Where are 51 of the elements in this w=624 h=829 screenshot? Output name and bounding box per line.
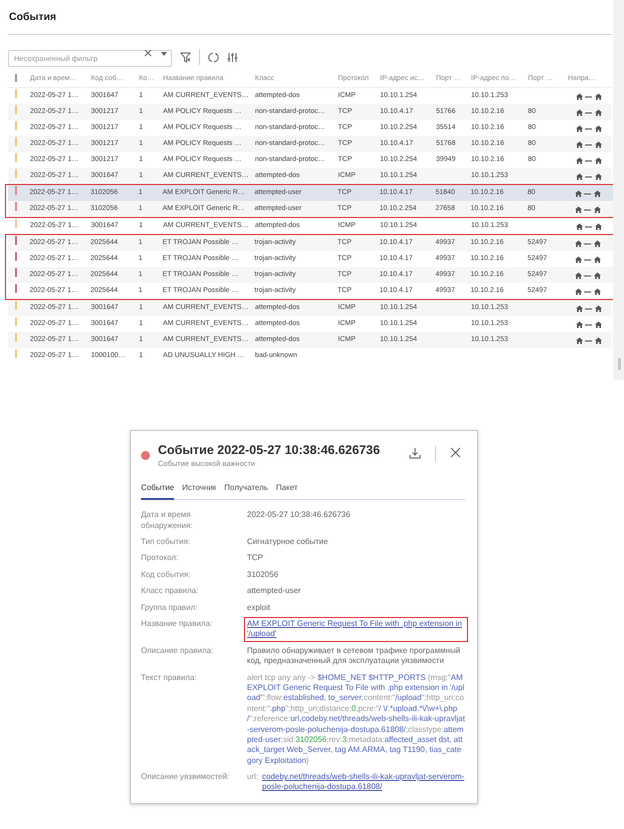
field-value: 3102056 xyxy=(247,570,280,580)
field-value: TCP xyxy=(247,553,264,564)
field-label: Дата и время обнаружения: xyxy=(141,510,194,532)
house-to-house-icon xyxy=(576,124,602,132)
url-prefix: url: xyxy=(247,772,258,784)
field-value: Правило обнаруживает в сетевом трафике программный код, предназначенный для эксплуатации уязвимости xyxy=(247,646,462,667)
house-to-house-icon xyxy=(576,140,602,148)
field-label: Название правила: xyxy=(141,618,214,630)
close-icon[interactable] xyxy=(450,447,461,458)
tab[interactable]: Событие xyxy=(141,480,174,500)
download-icon[interactable] xyxy=(409,447,421,459)
field-value: 2022-05-27 10:38:46.626736 xyxy=(247,510,352,521)
house-to-house-icon xyxy=(576,222,602,230)
field-label: Описание уязвимостей: xyxy=(141,772,230,784)
house-to-house-icon xyxy=(575,288,601,294)
house-to-house-icon xyxy=(576,108,602,116)
field-value: exploit xyxy=(247,602,272,613)
rule-link[interactable]: AM EXPLOIT Generic Request To File with .php extension in '/upload' xyxy=(244,616,468,642)
refresh-icon[interactable] xyxy=(208,52,219,62)
page-title: События xyxy=(8,0,612,35)
tab[interactable]: Получатель xyxy=(224,480,268,500)
house-to-house-icon xyxy=(576,156,602,164)
tab[interactable]: Источник xyxy=(182,480,216,500)
field-value: attempted-user xyxy=(247,586,302,597)
house-to-house-icon xyxy=(575,190,601,196)
field-label: Класс правила: xyxy=(141,586,200,597)
house-to-house-icon xyxy=(575,240,601,246)
house-to-house-icon xyxy=(576,320,602,328)
house-to-house-icon xyxy=(576,336,602,344)
house-to-house-icon xyxy=(575,272,601,278)
field-label: Текст правила: xyxy=(141,672,198,684)
clear-icon[interactable] xyxy=(144,49,152,57)
house-to-house-icon xyxy=(576,172,602,180)
field-label: Протокол: xyxy=(141,553,180,564)
scrollbar[interactable] xyxy=(613,0,624,380)
field-label: Код события: xyxy=(141,570,192,580)
tab[interactable]: Пакет xyxy=(276,480,298,500)
house-to-house-icon xyxy=(575,256,601,262)
field-label: Группа правил: xyxy=(141,602,198,613)
caret-icon[interactable] xyxy=(161,52,167,56)
filter-icon[interactable] xyxy=(180,52,191,62)
rule-text: alert tcp any any -> $HOME_NET $HTTP_PORTS (msg:"AM EXPLOIT Generic Request To File with .php extension in '/upload'";flow:established, to_server;content:"/upload";http_uri;content:".php";http_uri;distance:0;pcre:"/ \/.*upload.*\/\w+\.php /";reference:url,codeby.net/threads/web-shells-ili-kak-upravljat-serverom-posle-poluchenija-dostupa.61808/;classtype:attempted-user;sid:3102056;rev:3;metadata:affected_asset dst, attack_target Web_Server, tag AM.ARMA, tag T1190, tias_category Exploitation) xyxy=(247,672,465,766)
vulnerability-link[interactable]: codeby.net/threads/web-shells-ili-kak-upravljat-serverom-posle-poluchenija-dostupa.61808/ xyxy=(262,772,465,793)
sliders-icon[interactable] xyxy=(227,52,238,62)
field-label: Тип события: xyxy=(141,537,192,548)
house-to-house-icon xyxy=(576,304,602,312)
field-value: Сигнатурное событие xyxy=(247,537,329,548)
house-to-house-icon xyxy=(575,206,601,212)
house-to-house-icon xyxy=(576,92,602,100)
field-label: Описание правила: xyxy=(141,646,214,657)
dialog-title: Событие 2022-05-27 10:38:46.626736 xyxy=(158,443,381,458)
